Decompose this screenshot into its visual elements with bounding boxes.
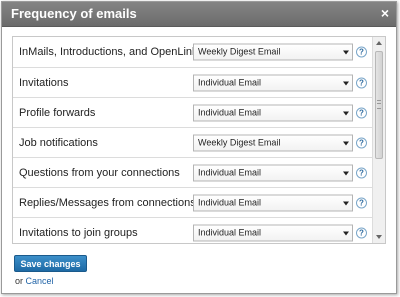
setting-row: Replies/Messages from connections Indivi… (13, 188, 372, 218)
frequency-select-value: Weekly Digest Email (198, 46, 281, 57)
setting-label: InMails, Introductions, and OpenLink (19, 46, 198, 58)
chevron-down-icon (343, 231, 349, 235)
email-frequency-dialog: Frequency of emails × InMails, Introduct… (1, 1, 397, 294)
grip-icon (377, 100, 381, 109)
setting-label: Questions from your connections (19, 166, 180, 179)
frequency-select[interactable]: Weekly Digest Email (193, 134, 353, 151)
setting-label: Profile forwards (19, 106, 96, 119)
vertical-scrollbar[interactable] (372, 37, 385, 243)
chevron-down-icon (343, 201, 349, 205)
frequency-select-value: Individual Email (198, 107, 262, 117)
cancel-line: or Cancel (15, 276, 54, 286)
setting-row: Invitations to join groups Individual Em… (13, 218, 372, 243)
close-icon[interactable]: × (381, 5, 389, 21)
chevron-down-icon (343, 111, 349, 115)
setting-label: Replies/Messages from connections (19, 196, 196, 209)
help-icon[interactable]: ? (356, 197, 367, 208)
frequency-select-value: Weekly Digest Email (198, 137, 281, 147)
chevron-down-icon (343, 171, 349, 175)
setting-row: InMails, Introductions, and OpenLink Wee… (13, 37, 372, 68)
frequency-select-value: Individual Email (198, 197, 262, 207)
save-changes-button[interactable]: Save changes (14, 255, 87, 272)
settings-list: InMails, Introductions, and OpenLink Wee… (13, 37, 372, 243)
settings-panel: InMails, Introductions, and OpenLink Wee… (12, 36, 386, 244)
frequency-select[interactable]: Individual Email (193, 74, 353, 91)
frequency-select[interactable]: Weekly Digest Email (193, 43, 353, 61)
help-icon[interactable]: ? (356, 107, 367, 118)
chevron-down-icon (343, 81, 349, 85)
dialog-title: Frequency of emails (11, 6, 137, 21)
scrollbar-thumb[interactable] (375, 51, 383, 159)
help-icon[interactable]: ? (356, 46, 367, 58)
setting-label: Job notifications (19, 136, 98, 149)
scroll-down-arrow-icon[interactable] (376, 235, 382, 239)
setting-label: Invitations (19, 76, 69, 89)
setting-label: Invitations to join groups (19, 226, 138, 239)
frequency-select[interactable]: Individual Email (193, 224, 353, 241)
setting-row: Invitations Individual Email ? (13, 68, 372, 98)
chevron-down-icon (343, 50, 349, 55)
setting-row: Job notifications Weekly Digest Email ? (13, 128, 372, 158)
or-text: or (15, 276, 24, 286)
setting-row: Profile forwards Individual Email ? (13, 98, 372, 128)
help-icon[interactable]: ? (356, 137, 367, 148)
frequency-select-value: Individual Email (198, 227, 262, 237)
setting-row: Questions from your connections Individu… (13, 158, 372, 188)
help-icon[interactable]: ? (356, 227, 367, 238)
frequency-select[interactable]: Individual Email (193, 194, 353, 211)
frequency-select[interactable]: Individual Email (193, 104, 353, 121)
help-icon[interactable]: ? (356, 77, 367, 88)
frequency-select-value: Individual Email (198, 167, 262, 177)
help-icon[interactable]: ? (356, 167, 367, 178)
frequency-select-value: Individual Email (198, 77, 262, 87)
frequency-select[interactable]: Individual Email (193, 164, 353, 181)
chevron-down-icon (343, 141, 349, 145)
scroll-up-arrow-icon[interactable] (376, 41, 382, 45)
cancel-link[interactable]: Cancel (26, 276, 54, 286)
dialog-titlebar: Frequency of emails × (2, 2, 396, 27)
